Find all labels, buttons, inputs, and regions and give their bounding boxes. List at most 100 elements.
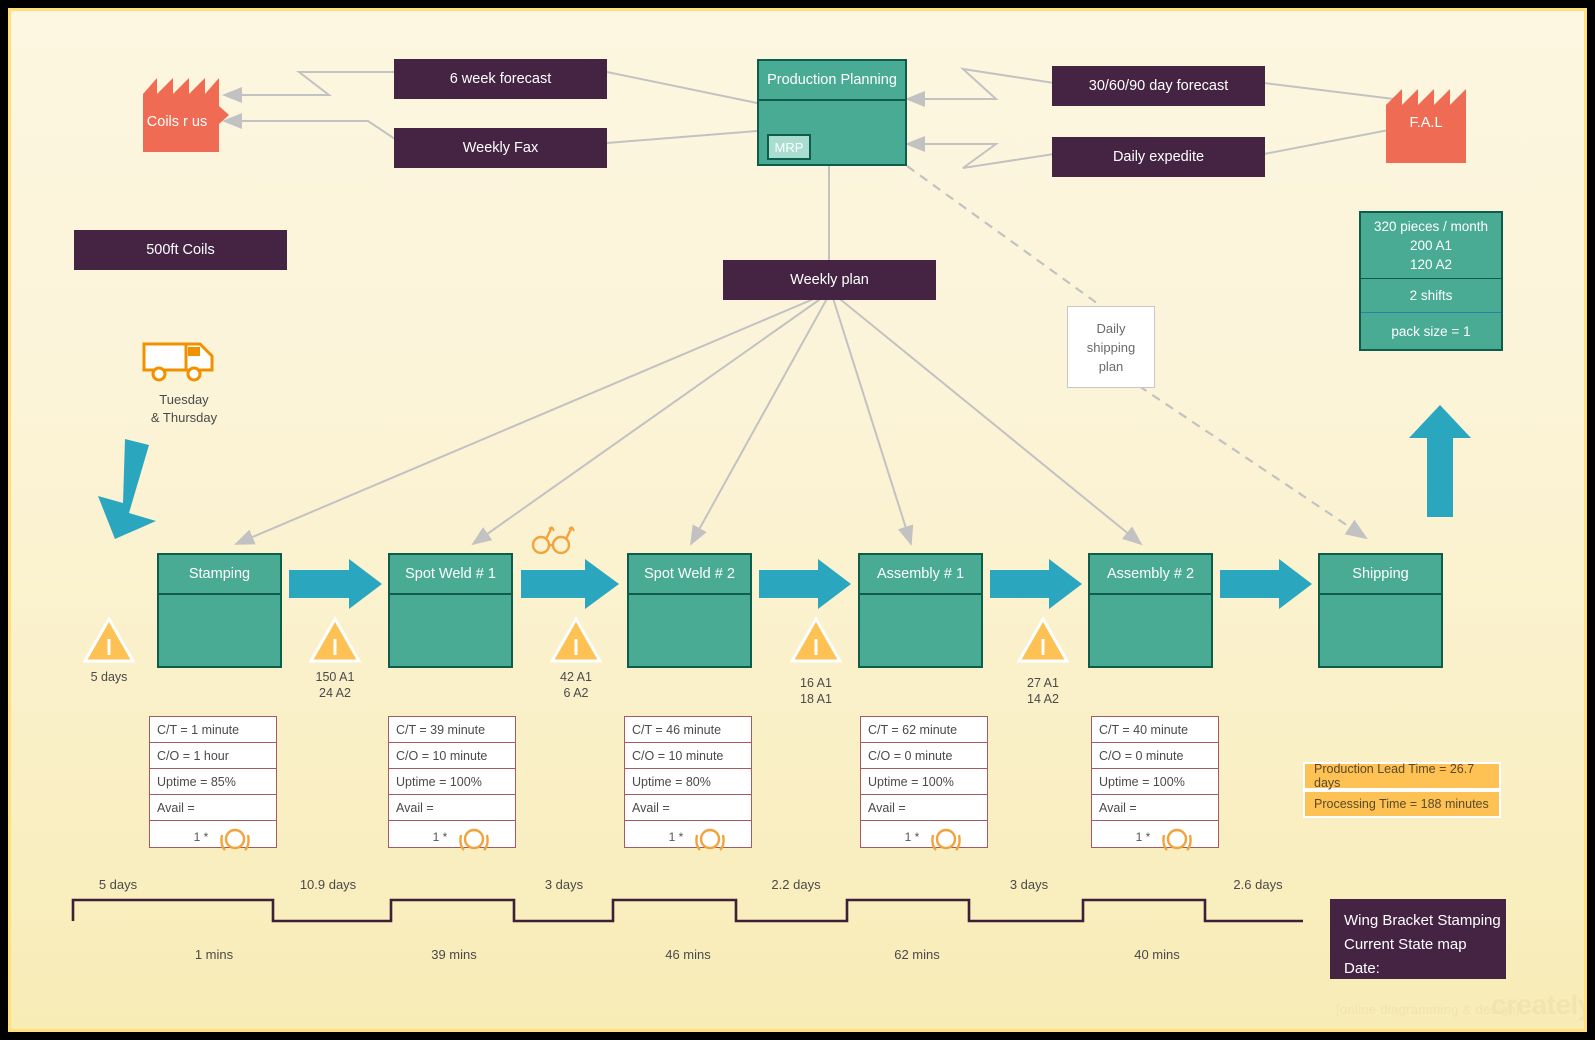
data-box-spot-weld-2[interactable]: C/T = 46 minute C/O = 10 minute Uptime =… [624, 716, 752, 851]
info-box-label: 30/60/90 day forecast [1088, 78, 1229, 94]
info-box-label: Weekly Fax [462, 140, 539, 156]
process-box-spot-weld-1[interactable]: Spot Weld # 1 [388, 553, 513, 668]
lead-time-label-4: 3 days [1009, 877, 1049, 892]
process-box-assembly-2[interactable]: Assembly # 2 [1088, 553, 1213, 668]
data-row-avail: Avail = [625, 795, 751, 821]
process-time-label-0: 1 mins [194, 947, 234, 962]
process-box-stamping[interactable]: Stamping [157, 553, 282, 668]
push-arrow-1 [289, 559, 382, 614]
process-time-label-1: 39 mins [431, 947, 477, 962]
data-row-uptime: Uptime = 100% [389, 769, 515, 795]
push-arrow-icon [521, 559, 619, 609]
mrp-chip[interactable]: MRP [767, 134, 811, 160]
inventory-label-3: 16 A1 18 A1 [800, 676, 832, 706]
data-row-operators: 1 * [625, 821, 751, 851]
outbound-material-arrow [1409, 405, 1471, 522]
inventory-label-0: 5 days [90, 670, 128, 684]
info-box-weekly-plan[interactable]: Weekly plan [723, 260, 936, 300]
operator-count: 1 * [432, 830, 448, 844]
data-row-operators: 1 * [1092, 821, 1218, 851]
process-title: Assembly # 1 [860, 555, 981, 595]
glasses-icon [531, 526, 575, 555]
lead-time-box: Production Lead Time = 26.7 days [1303, 762, 1501, 790]
customer-factory[interactable]: F.A.L [1386, 83, 1466, 163]
push-arrow-icon [1220, 559, 1312, 609]
operator-count: 1 * [1135, 830, 1151, 844]
data-row-co: C/O = 1 hour [150, 743, 276, 769]
info-box-500ft-coils[interactable]: 500ft Coils [74, 230, 287, 270]
process-title: Spot Weld # 1 [390, 555, 511, 595]
info-box-label: 500ft Coils [146, 242, 215, 258]
title-block[interactable]: Wing Bracket Stamping Current State map … [1330, 899, 1506, 979]
info-box-6-week-forecast[interactable]: 6 week forecast [394, 59, 607, 99]
data-row-uptime: Uptime = 100% [861, 769, 987, 795]
data-box-spot-weld-1[interactable]: C/T = 39 minute C/O = 10 minute Uptime =… [388, 716, 516, 851]
process-title: Spot Weld # 2 [629, 555, 750, 595]
process-time-label-2: 46 mins [665, 947, 711, 962]
info-box-label: Weekly plan [790, 272, 869, 288]
operator-icon [931, 828, 961, 851]
supplier-label: Coils r us [146, 114, 208, 130]
operator-icon [695, 828, 725, 851]
push-arrow-3 [759, 559, 851, 614]
info-box-weekly-fax[interactable]: Weekly Fax [394, 128, 607, 168]
data-row-co: C/O = 10 minute [389, 743, 515, 769]
inbound-truck[interactable] [142, 341, 226, 383]
inventory-triangle-2[interactable] [549, 615, 603, 663]
inventory-label-2: 42 A1 6 A2 [560, 670, 592, 700]
data-row-avail: Avail = [150, 795, 276, 821]
customer-requirements-box[interactable]: 320 pieces / month 200 A1 120 A2 2 shift… [1359, 211, 1503, 351]
push-arrow-5 [1220, 559, 1312, 614]
data-row-operators: 1 * [861, 821, 987, 851]
data-row-operators: 1 * [150, 821, 276, 851]
factory-icon [143, 78, 229, 152]
inventory-label-1: 150 A1 24 A2 [315, 670, 355, 700]
data-box-stamping[interactable]: C/T = 1 minute C/O = 1 hour Uptime = 85%… [149, 716, 277, 851]
production-control-title: Production Planning [759, 61, 905, 101]
lead-time-label-3: 2.2 days [771, 877, 821, 892]
inventory-icon [789, 615, 843, 663]
truck-icon [142, 342, 214, 382]
data-row-uptime: Uptime = 85% [150, 769, 276, 795]
lead-time-label-1: 10.9 days [299, 877, 357, 892]
process-title: Shipping [1320, 555, 1441, 595]
inventory-triangle-4[interactable] [1016, 615, 1070, 663]
lead-time-label-2: 3 days [544, 877, 584, 892]
inventory-triangle-1[interactable] [308, 615, 362, 663]
data-row-ct: C/T = 1 minute [150, 717, 276, 743]
process-box-assembly-1[interactable]: Assembly # 1 [858, 553, 983, 668]
operator-icon [459, 828, 489, 851]
customer-label: F.A.L [1409, 115, 1443, 131]
process-box-spot-weld-2[interactable]: Spot Weld # 2 [627, 553, 752, 668]
processing-time-box: Processing Time = 188 minutes [1303, 790, 1501, 818]
inventory-triangle-0[interactable] [82, 615, 136, 663]
inventory-label-4: 27 A1 14 A2 [1027, 676, 1059, 706]
go-see-marker [530, 523, 578, 560]
data-row-uptime: Uptime = 100% [1092, 769, 1218, 795]
data-box-assembly-2[interactable]: C/T = 40 minute C/O = 0 minute Uptime = … [1091, 716, 1219, 851]
mrp-label: MRP [774, 139, 804, 155]
data-row-co: C/O = 10 minute [625, 743, 751, 769]
data-row-ct: C/T = 39 minute [389, 717, 515, 743]
info-box-daily-expedite[interactable]: Daily expedite [1052, 137, 1265, 177]
data-row-avail: Avail = [389, 795, 515, 821]
data-row-ct: C/T = 40 minute [1092, 717, 1218, 743]
info-box-30-60-90-forecast[interactable]: 30/60/90 day forecast [1052, 66, 1265, 106]
process-title: Stamping [159, 555, 280, 595]
data-row-ct: C/T = 46 minute [625, 717, 751, 743]
inventory-triangle-3[interactable] [789, 615, 843, 663]
production-control-box[interactable]: Production Planning MRP [757, 59, 907, 166]
process-box-shipping[interactable]: Shipping [1318, 553, 1443, 668]
operator-icon [1162, 828, 1192, 851]
inbound-material-arrow [95, 439, 165, 544]
push-arrow-4 [990, 559, 1082, 614]
push-arrow-icon [289, 559, 382, 609]
push-arrow-2 [521, 559, 619, 614]
data-row-uptime: Uptime = 80% [625, 769, 751, 795]
inventory-icon [82, 615, 136, 663]
operator-icon [220, 828, 250, 851]
data-box-assembly-1[interactable]: C/T = 62 minute C/O = 0 minute Uptime = … [860, 716, 988, 851]
supplier-factory[interactable]: Coils r us [143, 68, 229, 152]
demand-cell: 320 pieces / month 200 A1 120 A2 [1361, 213, 1501, 279]
daily-shipping-plan-box[interactable]: Daily shipping plan [1067, 306, 1155, 388]
